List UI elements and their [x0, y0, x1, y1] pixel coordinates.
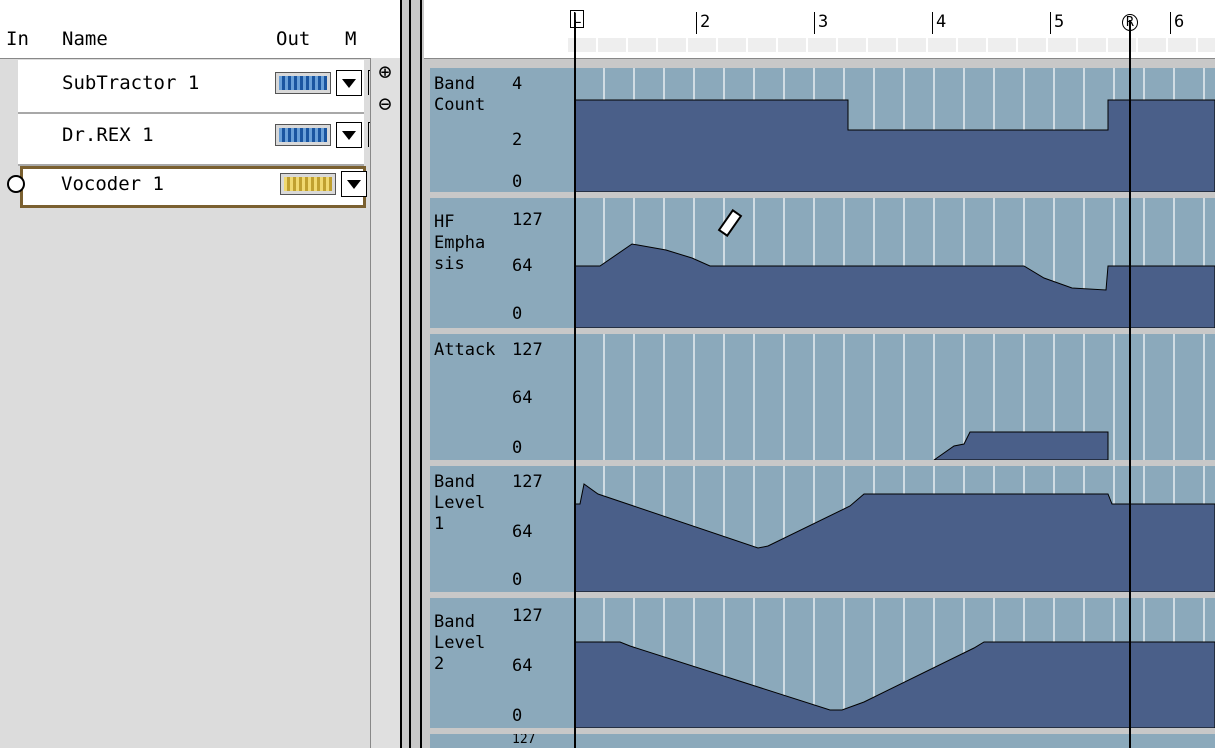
bar-tick [932, 12, 933, 34]
param-name: Band Level 1 [434, 472, 486, 534]
track-row[interactable]: Dr.REX 1 [18, 114, 379, 166]
track-name[interactable]: Dr.REX 1 [62, 124, 154, 146]
output-dropdown[interactable] [341, 171, 367, 197]
automation-lane-hf-emphasis[interactable]: HF Empha sis 127 64 0 [430, 198, 1215, 328]
lane-label: Attack 127 64 0 [430, 334, 574, 460]
loop-strip[interactable] [568, 38, 1215, 52]
bar-label: 4 [936, 12, 947, 32]
automation-lane-band-level-1[interactable]: Band Level 1 127 64 0 [430, 466, 1215, 592]
automation-lane-band-count[interactable]: Band Count 4 2 0 [430, 68, 1215, 192]
track-list-panel: In Name Out M SubTractor 1 Dr.REX 1 Voco… [0, 0, 410, 748]
track-name[interactable]: Vocoder 1 [61, 173, 164, 195]
out-column-header: Out [276, 28, 311, 50]
zoom-out-icon[interactable]: ⊖ [374, 94, 396, 116]
right-locator-line [1129, 20, 1131, 748]
bar-tick [1050, 12, 1051, 34]
scale-min: 0 [512, 438, 523, 458]
scale-mid: 64 [512, 656, 533, 676]
lane-label: Band Level 2 127 64 0 [430, 598, 574, 728]
bar-tick [1170, 12, 1171, 34]
automation-lane-band-level-2[interactable]: Band Level 2 127 64 0 [430, 598, 1215, 728]
zoom-in-icon[interactable]: ⊕ [374, 62, 396, 84]
scale-min: 0 [512, 304, 523, 324]
scale-mid: 64 [512, 256, 533, 276]
track-row[interactable]: SubTractor 1 [18, 60, 379, 114]
automation-curve[interactable] [574, 198, 1215, 328]
param-name: Attack [434, 340, 496, 360]
lane-label: Band Level 1 127 64 0 [430, 466, 574, 592]
left-locator[interactable]: L [570, 10, 585, 28]
lane-label: 127 [430, 734, 574, 748]
track-row-selected[interactable]: Vocoder 1 [7, 166, 367, 208]
scale-max: 4 [512, 74, 523, 94]
scale-max: 127 [512, 210, 543, 230]
bar-label: 3 [818, 12, 829, 32]
device-icon [275, 72, 331, 94]
bar-label: 2 [700, 12, 711, 32]
automation-curve[interactable] [574, 466, 1215, 592]
in-column-header: In [6, 28, 29, 50]
bar-label: 6 [1174, 12, 1185, 32]
bar-tick [696, 12, 697, 34]
device-icon [275, 124, 331, 146]
device-icon [280, 173, 336, 195]
panel-divider[interactable] [400, 0, 422, 748]
scale-max: 127 [512, 734, 536, 747]
midi-plug-icon[interactable] [7, 175, 25, 193]
mute-column-header: M [345, 28, 357, 50]
automation-curve[interactable] [574, 734, 1215, 748]
output-dropdown[interactable] [336, 122, 362, 148]
scale-max: 127 [512, 340, 543, 360]
scale-max: 127 [512, 606, 543, 626]
automation-curve[interactable] [574, 334, 1215, 460]
scale-mid: 64 [512, 522, 533, 542]
bar-label: 5 [1054, 12, 1065, 32]
automation-curve[interactable] [574, 598, 1215, 728]
track-name[interactable]: SubTractor 1 [62, 72, 199, 94]
lane-label: HF Empha sis 127 64 0 [430, 198, 574, 328]
automation-curve[interactable] [574, 68, 1215, 192]
track-list-header: In Name Out M [0, 0, 410, 59]
scale-min: 0 [512, 570, 523, 590]
bar-tick [814, 12, 815, 34]
zoom-column: ⊕ ⊖ [370, 58, 401, 748]
automation-lane-attack[interactable]: Attack 127 64 0 [430, 334, 1215, 460]
name-column-header: Name [62, 28, 108, 50]
scale-min: 0 [512, 172, 523, 192]
param-name: HF Empha sis [434, 212, 486, 274]
param-name: Band Level 2 [434, 612, 486, 674]
param-name: Band Count [434, 74, 486, 115]
scale-min: 0 [512, 706, 523, 726]
output-dropdown[interactable] [336, 70, 362, 96]
automation-lane-partial[interactable]: 127 [430, 734, 1215, 748]
lane-label: Band Count 4 2 0 [430, 68, 574, 192]
scale-mid: 64 [512, 388, 533, 408]
timeline-ruler[interactable]: L 2 3 4 5 R 6 [424, 0, 1215, 59]
scale-mid: 2 [512, 130, 523, 150]
scale-max: 127 [512, 472, 543, 492]
left-locator-line [574, 20, 576, 748]
